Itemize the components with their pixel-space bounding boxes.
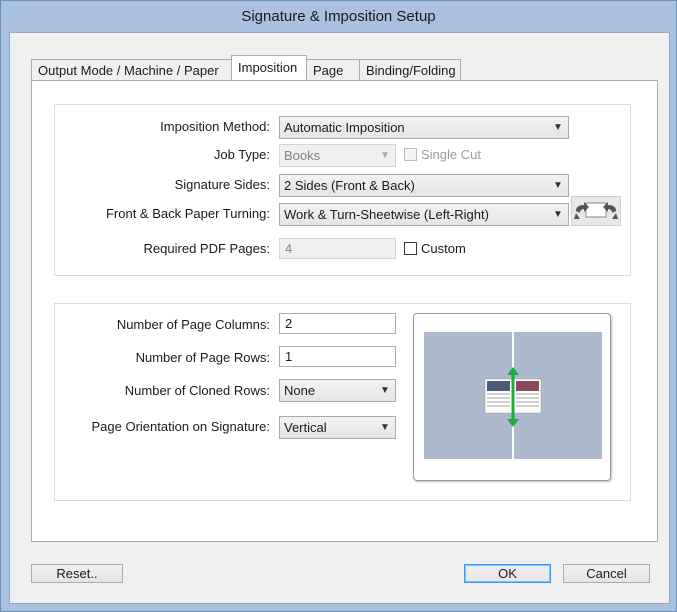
custom-label: Custom bbox=[421, 241, 466, 256]
chevron-down-icon: ▼ bbox=[380, 150, 390, 161]
cloned-rows-value: None bbox=[284, 383, 316, 398]
signature-preview bbox=[413, 313, 611, 481]
chevron-down-icon: ▼ bbox=[553, 180, 563, 191]
tab-binding-folding[interactable]: Binding/Folding bbox=[359, 59, 461, 80]
chevron-down-icon: ▼ bbox=[380, 422, 390, 433]
tab-output-mode[interactable]: Output Mode / Machine / Paper bbox=[31, 59, 232, 80]
signature-sides-label: Signature Sides: bbox=[174, 177, 270, 192]
page-columns-label: Number of Page Columns: bbox=[116, 317, 270, 332]
job-type-label: Job Type: bbox=[213, 147, 270, 162]
signature-preview-graphic bbox=[424, 332, 602, 459]
imposition-method-select[interactable]: Automatic Imposition ▼ bbox=[279, 116, 569, 139]
page-orientation-select[interactable]: Vertical ▼ bbox=[279, 416, 396, 439]
paper-turning-select[interactable]: Work & Turn-Sheetwise (Left-Right) ▼ bbox=[279, 203, 569, 226]
dialog-client: Output Mode / Machine / Paper Imposition… bbox=[9, 32, 670, 604]
signature-sides-value: 2 Sides (Front & Back) bbox=[284, 178, 415, 193]
job-type-select[interactable]: Books ▼ bbox=[279, 144, 396, 167]
chevron-down-icon: ▼ bbox=[553, 209, 563, 220]
single-cut-checkbox[interactable]: Single Cut bbox=[404, 147, 481, 163]
turn-arrows-icon bbox=[574, 202, 618, 219]
cloned-rows-select[interactable]: None ▼ bbox=[279, 379, 396, 402]
window-title: Signature & Imposition Setup bbox=[241, 8, 436, 25]
signature-sides-select[interactable]: 2 Sides (Front & Back) ▼ bbox=[279, 174, 569, 197]
required-pages-input[interactable]: 4 bbox=[279, 238, 396, 259]
page-columns-input[interactable]: 2 bbox=[279, 313, 396, 334]
dialog-window: Signature & Imposition Setup Output Mode… bbox=[0, 0, 677, 612]
paper-turning-label: Front & Back Paper Turning: bbox=[105, 206, 270, 221]
ok-button[interactable]: OK bbox=[464, 564, 551, 583]
paper-turning-value: Work & Turn-Sheetwise (Left-Right) bbox=[284, 207, 489, 222]
job-type-value: Books bbox=[284, 148, 321, 163]
chevron-down-icon: ▼ bbox=[553, 122, 563, 133]
checkbox-box bbox=[404, 148, 417, 161]
tab-page[interactable]: Page bbox=[306, 59, 360, 80]
paper-turning-icon bbox=[571, 196, 621, 226]
chevron-down-icon: ▼ bbox=[380, 385, 390, 396]
cloned-rows-label: Number of Cloned Rows: bbox=[124, 383, 270, 398]
page-rows-input[interactable]: 1 bbox=[279, 346, 396, 367]
page-orientation-label: Page Orientation on Signature: bbox=[91, 419, 270, 434]
page-rows-label: Number of Page Rows: bbox=[135, 350, 270, 365]
imposition-method-value: Automatic Imposition bbox=[284, 120, 405, 135]
tab-imposition[interactable]: Imposition bbox=[231, 55, 307, 80]
page-orientation-value: Vertical bbox=[284, 420, 327, 435]
checkbox-box bbox=[404, 242, 417, 255]
custom-checkbox[interactable]: Custom bbox=[404, 241, 466, 257]
cancel-button[interactable]: Cancel bbox=[563, 564, 650, 583]
reset-button[interactable]: Reset.. bbox=[31, 564, 123, 583]
required-pages-label: Required PDF Pages: bbox=[143, 241, 270, 256]
imposition-method-label: Imposition Method: bbox=[160, 119, 270, 134]
single-cut-label: Single Cut bbox=[421, 147, 481, 162]
